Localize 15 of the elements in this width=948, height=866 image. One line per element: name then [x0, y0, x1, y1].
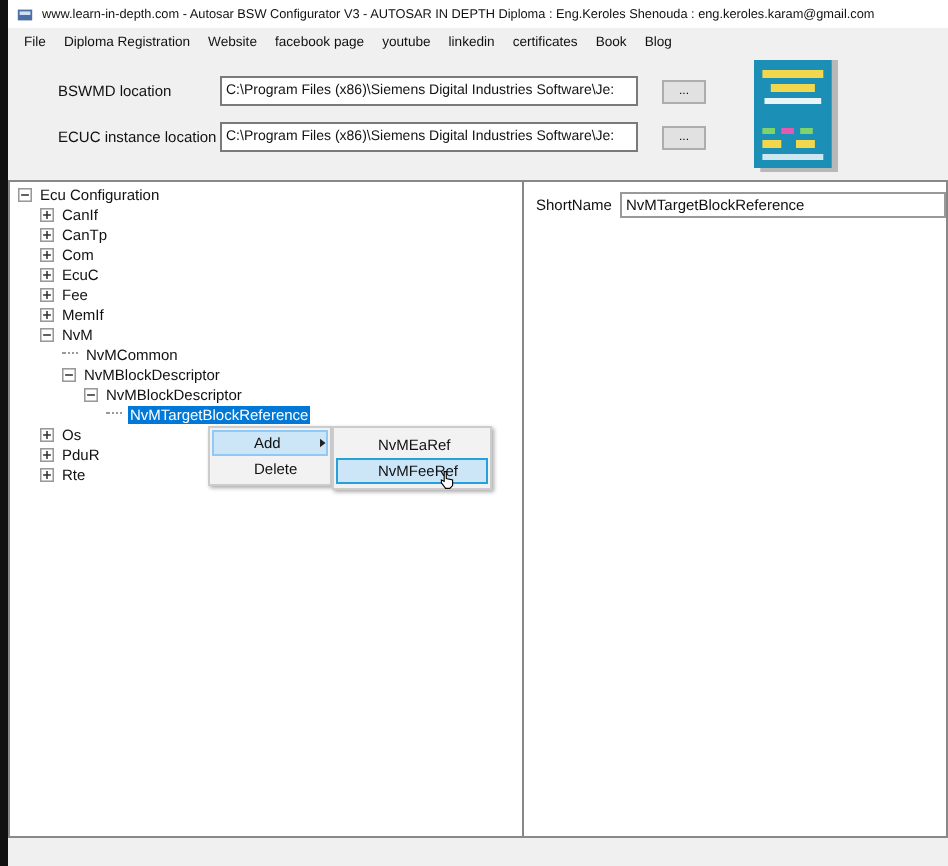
expander-icon[interactable] [40, 227, 54, 241]
submenu-arrow-icon [320, 438, 326, 448]
expander-icon[interactable] [40, 327, 54, 341]
expander-icon[interactable] [40, 307, 54, 321]
expander-icon[interactable] [40, 207, 54, 221]
expander-icon[interactable] [40, 287, 54, 301]
expander-icon[interactable] [40, 447, 54, 461]
expander-icon[interactable] [40, 247, 54, 261]
expander-icon[interactable] [62, 367, 76, 381]
expander-icon[interactable] [40, 467, 54, 481]
expander-icon[interactable] [40, 267, 54, 281]
app-icon [16, 5, 34, 23]
expander-icon[interactable] [18, 187, 32, 201]
expander-icon[interactable] [40, 427, 54, 441]
expander-icon[interactable] [84, 387, 98, 401]
